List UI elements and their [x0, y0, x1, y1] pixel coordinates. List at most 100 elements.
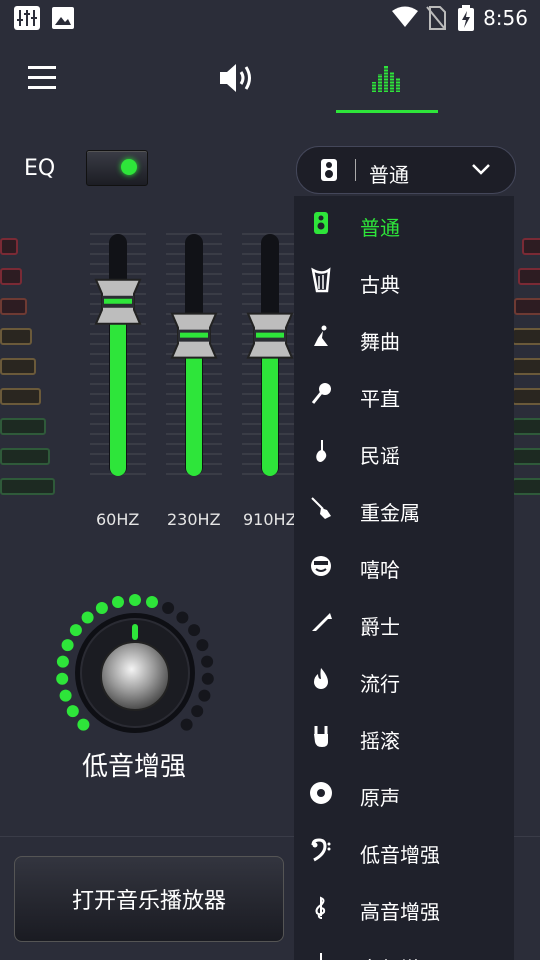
guitar-icon [316, 440, 327, 462]
hiphop-face-icon [311, 556, 331, 576]
preset-option-label: 流行 [360, 672, 400, 696]
eq-toggle[interactable] [86, 150, 148, 186]
preset-option[interactable]: 舞曲 [294, 310, 514, 367]
equalizer-tab-icon[interactable] [372, 64, 402, 92]
left-vu-meter [0, 238, 60, 504]
rock-hand-icon [314, 726, 328, 747]
audio-boost-icon [320, 953, 322, 960]
bass-level-dot [129, 594, 141, 606]
bass-level-dot [77, 718, 90, 731]
bass-level-dot [56, 655, 69, 668]
vu-segment [0, 268, 22, 285]
vu-segment [0, 328, 32, 345]
preset-option-label: 高音增强 [360, 900, 440, 924]
bass-level-dot [56, 672, 69, 685]
preset-option-label: 普通 [360, 216, 400, 240]
bass-level-dot [201, 655, 214, 668]
preset-option-label: 原声 [360, 786, 400, 810]
preset-option[interactable]: 音频增强 [294, 937, 514, 960]
bass-level-dot [112, 596, 124, 608]
divider [355, 159, 356, 181]
treble-clef-icon [315, 896, 326, 919]
preset-option[interactable]: 爵士 [294, 595, 514, 652]
vu-segment [518, 268, 540, 285]
eq-slider[interactable] [240, 228, 300, 488]
bass-level-dot [198, 689, 211, 702]
right-vu-meter [510, 238, 540, 504]
vu-segment [522, 238, 540, 255]
trumpet-icon [312, 613, 332, 631]
bass-level-dot [95, 602, 108, 614]
menu-icon[interactable] [28, 66, 56, 90]
preset-option[interactable]: 民谣 [294, 424, 514, 481]
wifi-icon [392, 6, 418, 27]
preset-option[interactable]: 流行 [294, 652, 514, 709]
preset-option[interactable]: 原声 [294, 766, 514, 823]
bass-level-dot [146, 596, 158, 608]
active-tab-indicator [336, 110, 438, 113]
vu-segment [512, 448, 540, 465]
vu-segment [514, 298, 540, 315]
eq-label: EQ [24, 156, 56, 181]
vu-segment [0, 238, 18, 255]
bass-level-dot [59, 689, 72, 702]
preset-option-label: 民谣 [360, 444, 400, 468]
freq-label-60: 60HZ [96, 510, 140, 529]
bass-level-dot [69, 624, 82, 637]
harp-icon [311, 267, 331, 293]
dance-icon [314, 325, 328, 346]
preset-option-label: 低音增强 [360, 843, 440, 867]
disc-icon [310, 782, 332, 804]
eq-led-indicator [121, 159, 137, 175]
vu-segment [512, 478, 540, 495]
vu-segment [0, 418, 46, 435]
status-bar: 8:56 [0, 0, 540, 36]
no-sim-icon [426, 6, 446, 30]
selected-preset-label: 普通 [369, 163, 409, 187]
chevron-down-icon [472, 164, 490, 175]
freq-label-910: 910HZ [243, 510, 297, 529]
eq-slider[interactable] [88, 228, 148, 488]
bass-level-dot [162, 602, 175, 614]
vu-segment [0, 448, 50, 465]
vu-segment [512, 418, 540, 435]
preset-option-label: 音频增强 [360, 953, 440, 960]
bass-level-dot [61, 639, 74, 652]
image-notification-icon [52, 7, 74, 29]
bass-boost-label: 低音增强 [82, 752, 187, 782]
open-music-player-button[interactable]: 打开音乐播放器 [14, 856, 284, 942]
preset-option[interactable]: 平直 [294, 367, 514, 424]
preset-option[interactable]: 低音增强 [294, 823, 514, 880]
bass-level-dot [66, 705, 79, 718]
bass-level-dot [201, 672, 214, 685]
preset-option[interactable]: 普通 [294, 196, 514, 253]
clock: 8:56 [483, 6, 528, 30]
preset-option-label: 摇滚 [360, 729, 400, 753]
preset-option-label: 重金属 [360, 501, 420, 525]
preset-dropdown[interactable]: 普通 [296, 146, 516, 194]
volume-tab-icon[interactable] [220, 62, 256, 94]
preset-option-label: 舞曲 [360, 330, 400, 354]
preset-option[interactable]: 古典 [294, 253, 514, 310]
bass-boost-knob[interactable] [50, 588, 220, 738]
preset-option-label: 爵士 [360, 615, 400, 639]
bass-level-dot [191, 705, 204, 718]
preset-option-label: 古典 [360, 273, 400, 297]
vu-segment [512, 328, 540, 345]
vu-segment [0, 388, 41, 405]
speaker-icon [321, 159, 337, 181]
eq-slider[interactable] [164, 228, 224, 488]
bass-clef-icon [311, 838, 331, 862]
vu-segment [0, 358, 36, 375]
preset-option-label: 嘻哈 [360, 558, 400, 582]
preset-option[interactable]: 摇滚 [294, 709, 514, 766]
preset-option[interactable]: 嘻哈 [294, 538, 514, 595]
bass-level-dot [196, 639, 209, 652]
top-navigation [0, 44, 540, 116]
vu-segment [0, 478, 55, 495]
equalizer-notification-icon [14, 6, 40, 30]
preset-option[interactable]: 重金属 [294, 481, 514, 538]
preset-option[interactable]: 高音增强 [294, 880, 514, 937]
speaker-icon [314, 212, 328, 234]
bass-level-dot [176, 611, 189, 624]
